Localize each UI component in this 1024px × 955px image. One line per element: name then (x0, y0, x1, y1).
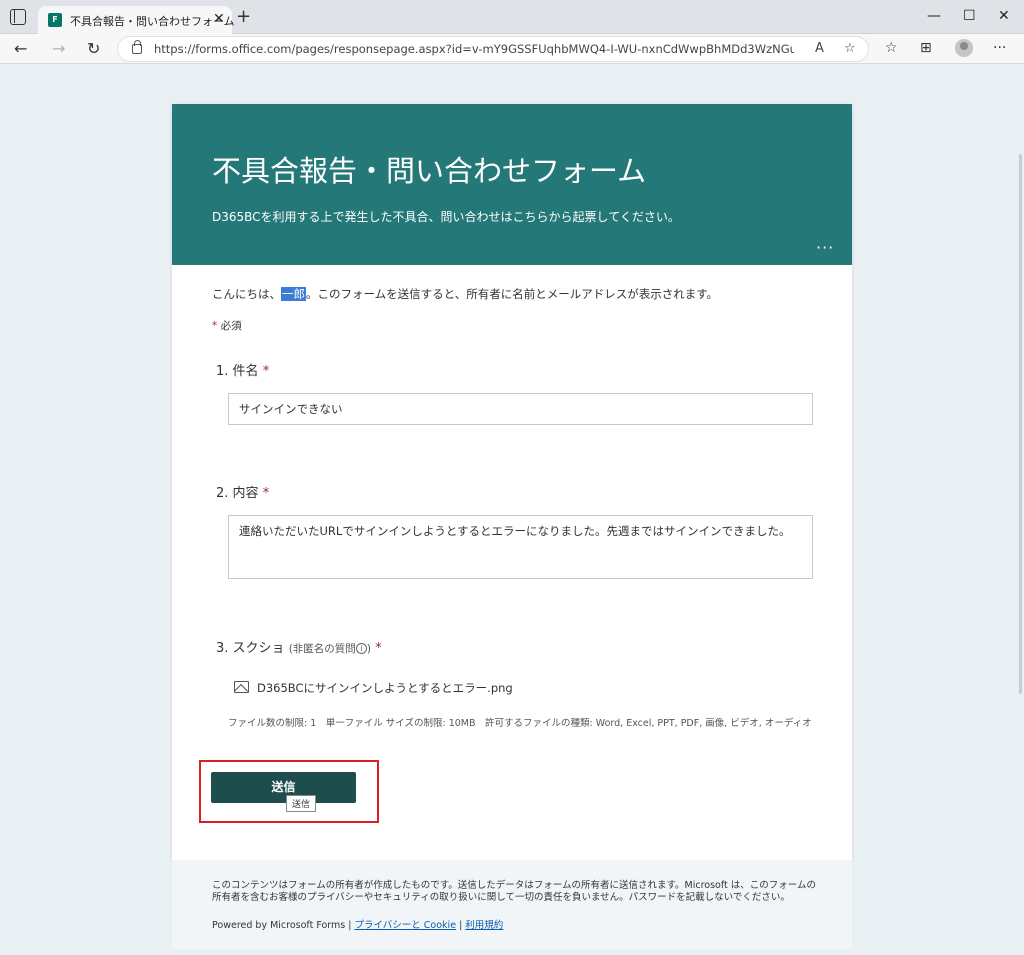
browser-toolbar: ← → ↻ https://forms.office.com/pages/res… (0, 34, 1024, 64)
favorite-star-icon[interactable]: ☆ (844, 41, 856, 56)
read-aloud-icon[interactable]: A (815, 41, 824, 56)
tab-title: 不具合報告・問い合わせフォーム (70, 15, 235, 28)
form-banner: 不具合報告・問い合わせフォーム D365BCを利用する上で発生した不具合、問い合… (172, 104, 852, 265)
url-text[interactable]: https://forms.office.com/pages/responsep… (154, 42, 794, 56)
forms-favicon-icon: F (48, 13, 62, 27)
info-icon[interactable]: i (355, 643, 367, 654)
content-textarea[interactable]: 連絡いただいたURLでサインインしようとするとエラーになりました。先週まではサイ… (228, 515, 813, 579)
terms-link[interactable]: 利用規約 (465, 920, 503, 931)
user-name: 一郎 (281, 287, 306, 301)
required-note: * 必須 (212, 320, 242, 332)
page-scrollbar[interactable] (1018, 64, 1024, 955)
back-arrow-icon[interactable]: ← (14, 39, 27, 58)
footer-notice: このコンテンツはフォームの所有者が作成したものです。送信したデータはフォームの所… (212, 880, 816, 903)
form-description: D365BCを利用する上で発生した不具合、問い合わせはこちらから起票してください… (212, 210, 680, 224)
privacy-link[interactable]: プライバシーと Cookie (354, 920, 456, 931)
profile-icon[interactable] (955, 39, 973, 57)
file-name: D365BCにサインインしようとするとエラー.png (257, 681, 513, 695)
file-limits-text: ファイル数の制限: 1 単一ファイル サイズの制限: 10MB 許可するファイル… (228, 718, 812, 729)
lock-icon[interactable] (132, 40, 142, 54)
forward-arrow-icon[interactable]: → (52, 39, 65, 58)
uploaded-file[interactable]: D365BCにサインインしようとするとエラー.png (234, 680, 513, 696)
maximize-icon[interactable]: ☐ (963, 8, 976, 24)
form-footer: このコンテンツはフォームの所有者が作成したものです。送信したデータはフォームの所… (172, 860, 852, 949)
collections-icon[interactable]: ⊞ (920, 40, 932, 56)
browser-titlebar: F 不具合報告・問い合わせフォーム ✕ + — ☐ ✕ (0, 0, 1024, 34)
powered-by: Powered by Microsoft Forms | プライバシーと Coo… (212, 920, 504, 931)
image-icon (234, 681, 249, 693)
close-icon[interactable]: ✕ (998, 8, 1010, 24)
refresh-icon[interactable]: ↻ (87, 39, 100, 58)
form-title: 不具合報告・問い合わせフォーム (212, 154, 647, 188)
more-icon[interactable]: ··· (993, 40, 1006, 56)
highlight-annotation (199, 760, 379, 823)
close-icon[interactable]: ✕ (213, 11, 225, 27)
browser-tab[interactable]: F 不具合報告・問い合わせフォーム ✕ (38, 6, 235, 34)
scrollbar-thumb[interactable] (1019, 154, 1022, 694)
favorites-icon[interactable]: ☆ (885, 40, 898, 56)
greeting-text: こんにちは、一郎。このフォームを送信すると、所有者に名前とメールアドレスが表示さ… (212, 287, 719, 301)
minimize-icon[interactable]: — (927, 8, 941, 24)
address-bar[interactable]: https://forms.office.com/pages/responsep… (117, 36, 869, 62)
more-options-icon[interactable]: ··· (816, 238, 834, 257)
question-1-title: 1. 件名 * (216, 364, 270, 379)
question-2-title: 2. 内容 * (216, 486, 270, 501)
plus-icon[interactable]: + (236, 6, 251, 27)
subject-input[interactable]: サインインできない (228, 393, 813, 425)
question-3-title: 3. スクショ (非匿名の質問 i) * (216, 641, 382, 656)
tab-actions-icon[interactable] (10, 9, 26, 25)
form-card: 不具合報告・問い合わせフォーム D365BCを利用する上で発生した不具合、問い合… (172, 104, 852, 860)
